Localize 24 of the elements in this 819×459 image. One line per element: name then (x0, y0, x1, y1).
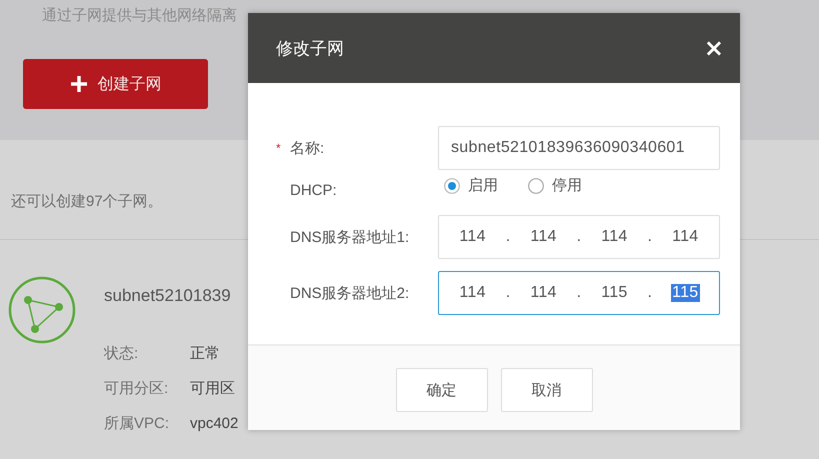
radio-option[interactable]: 停用 (528, 176, 582, 195)
field-label: 名称: (290, 138, 324, 158)
ip-address-field[interactable]: 114 . 114 . 114 . 114 (438, 215, 720, 259)
property-value: 可用区 (190, 379, 235, 398)
ip-address-field[interactable]: 114 . 114 . 115 . 115 (438, 271, 720, 315)
intro-text: 通过子网提供与其他网络隔离 (42, 6, 238, 25)
radio-option[interactable]: 启用 (444, 176, 498, 195)
subnet-icon (8, 276, 76, 344)
dialog-title: 修改子网 (276, 38, 344, 60)
plus-icon (70, 75, 88, 93)
subnet-name: subnet52101839 (104, 286, 232, 306)
name-input[interactable]: subnet52101839636090340601 (438, 126, 720, 170)
dialog-button[interactable]: 确定 (396, 368, 488, 412)
field-label: DNS服务器地址2: (290, 284, 410, 302)
property-label: 所属VPC: (104, 414, 170, 433)
property-value: 正常 (190, 344, 220, 363)
property-label: 可用分区: (104, 379, 170, 398)
close-button[interactable]: × (698, 34, 730, 62)
create-subnet-button[interactable]: 创建子网 (23, 59, 208, 109)
field-label: DHCP: (290, 182, 337, 199)
property-value: vpc402 (190, 415, 238, 432)
dialog-button[interactable]: 取消 (500, 368, 592, 412)
required-mark: * (275, 141, 282, 155)
property-label: 状态: (104, 344, 140, 363)
